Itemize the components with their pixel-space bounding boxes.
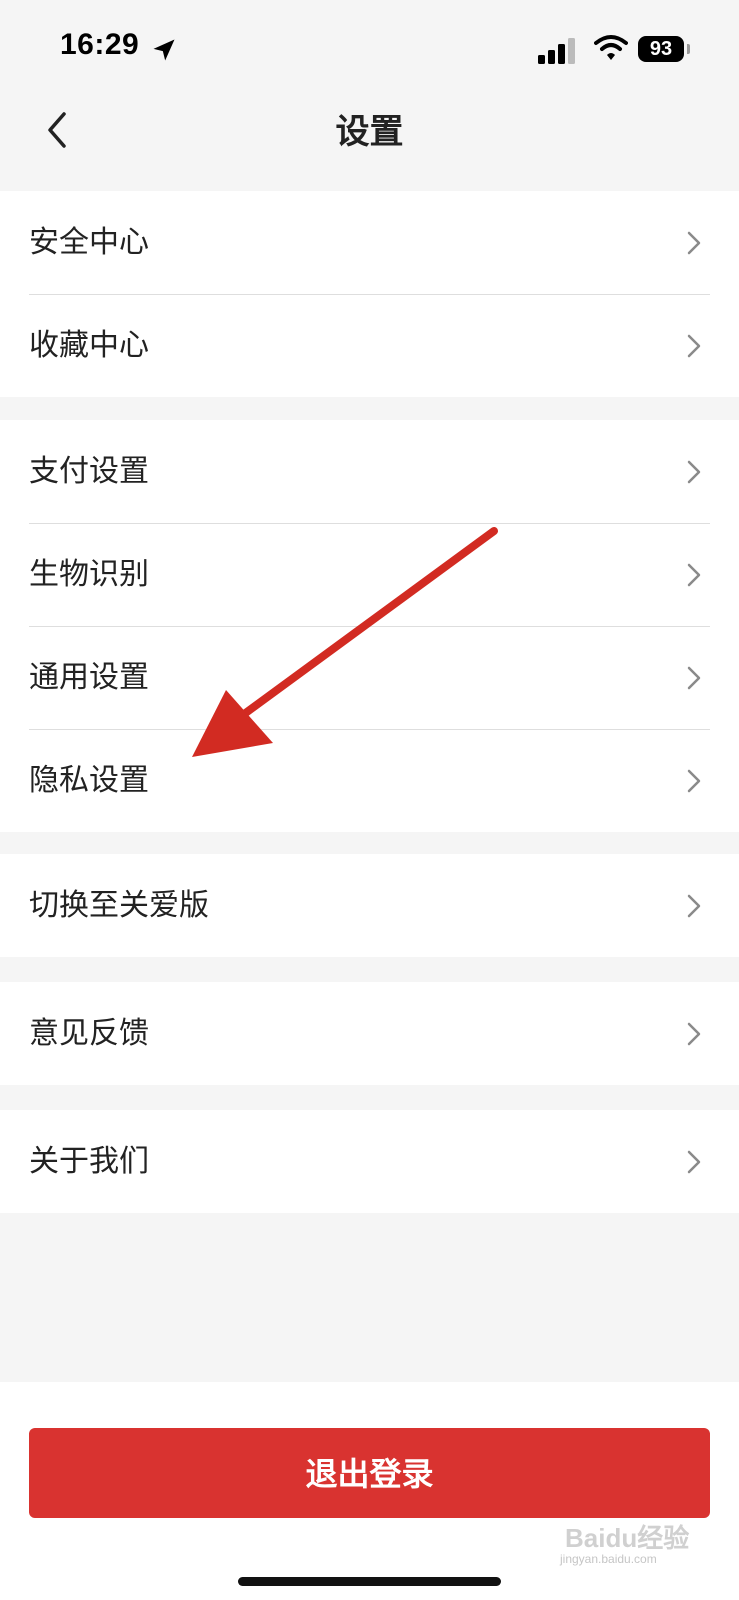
status-time: 16:29 [60,28,140,61]
list-item-label: 生物识别 [29,557,149,592]
settings-group-account: 安全中心 收藏中心 [0,191,739,397]
list-item-label: 安全中心 [29,225,149,260]
list-item-label: 关于我们 [29,1144,149,1179]
chevron-right-icon [687,769,701,793]
watermark: Baidu经验 [565,1523,690,1553]
list-item-label: 切换至关爱版 [29,888,209,923]
page-title: 设置 [335,112,404,152]
settings-group-care-mode: 切换至关爱版 [0,854,739,957]
chevron-right-icon [687,460,701,484]
list-item-security-center[interactable]: 安全中心 [0,191,739,294]
settings-group-feedback: 意见反馈 [0,982,739,1085]
list-item-label: 收藏中心 [29,328,149,363]
list-item-label: 通用设置 [29,660,149,695]
settings-group-general: 支付设置 生物识别 通用设置 隐私设置 [0,420,739,832]
home-indicator[interactable] [238,1577,501,1586]
chevron-right-icon [687,666,701,690]
cellular-signal-icon [538,38,575,64]
chevron-right-icon [687,894,701,918]
battery-nub [687,44,690,54]
list-item-about-us[interactable]: 关于我们 [0,1110,739,1213]
bottom-panel: 退出登录 [0,1382,739,1600]
list-item-biometrics[interactable]: 生物识别 [0,523,739,626]
list-item-label: 支付设置 [29,454,149,489]
logout-button[interactable]: 退出登录 [29,1428,710,1518]
chevron-right-icon [687,1150,701,1174]
chevron-right-icon [687,563,701,587]
list-item-feedback[interactable]: 意见反馈 [0,982,739,1085]
wifi-icon [594,35,628,60]
location-arrow-icon [153,39,175,61]
list-item-switch-care-version[interactable]: 切换至关爱版 [0,854,739,957]
watermark-url: jingyan.baidu.com [560,1552,657,1566]
nav-bar: 设置 [0,96,739,196]
battery-icon: 93 [638,36,684,62]
chevron-right-icon [687,231,701,255]
settings-group-about: 关于我们 [0,1110,739,1213]
list-item-label: 意见反馈 [29,1016,149,1051]
list-item-privacy-settings[interactable]: 隐私设置 [0,729,739,832]
list-item-payment-settings[interactable]: 支付设置 [0,420,739,523]
chevron-right-icon [687,1022,701,1046]
status-bar: 16:29 93 [0,0,739,96]
list-item-label: 隐私设置 [29,763,149,798]
chevron-right-icon [687,334,701,358]
list-item-favorites-center[interactable]: 收藏中心 [0,294,739,397]
list-item-general-settings[interactable]: 通用设置 [0,626,739,729]
